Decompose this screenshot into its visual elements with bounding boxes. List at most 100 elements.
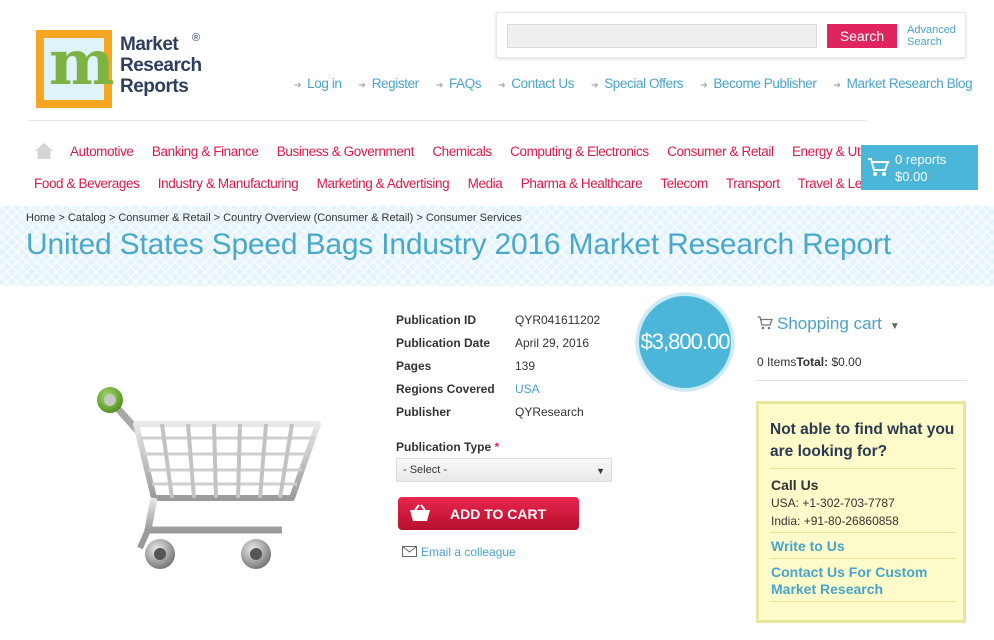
email-colleague-link[interactable]: Email a colleague [402, 545, 516, 559]
shopping-cart-heading[interactable]: Shopping cart ▼ [757, 314, 900, 334]
faqs-link[interactable]: ➔ FAQs [435, 76, 482, 91]
basket-icon [410, 504, 430, 521]
mini-cart-count: 0 reports [895, 152, 947, 167]
email-colleague-label: Email a colleague [421, 545, 516, 559]
logo-mark-inner: m [44, 26, 115, 100]
category-chemicals[interactable]: Chemicals [432, 144, 492, 159]
arrow-right-icon: ➔ [591, 80, 599, 90]
become-publisher-link-label: Become Publisher [713, 76, 817, 91]
detail-label: Publisher [396, 405, 451, 419]
special-offers-link-label: Special Offers [604, 76, 684, 91]
register-link-label: Register [371, 76, 419, 91]
contact-us-link-label: Contact Us [511, 76, 575, 91]
detail-row-pages: Pages 139 [396, 358, 600, 381]
title-banner: Home > Catalog > Consumer & Retail > Cou… [0, 206, 994, 286]
publication-type-text: Publication Type [396, 440, 492, 454]
help-divider [770, 468, 956, 469]
blog-link[interactable]: ➔ Market Research Blog [833, 76, 972, 91]
category-business-government[interactable]: Business & Government [277, 144, 415, 159]
category-nav-row-2: Food & Beverages Industry & Manufacturin… [34, 176, 904, 191]
header-divider [28, 120, 866, 121]
chevron-down-icon: ▼ [889, 321, 900, 332]
envelope-icon [402, 546, 417, 557]
category-media[interactable]: Media [468, 176, 503, 191]
contact-us-link[interactable]: ➔ Contact Us [498, 76, 574, 91]
become-publisher-link[interactable]: ➔ Become Publisher [700, 76, 817, 91]
detail-label: Pages [396, 359, 432, 373]
shopping-cart-summary: 0 ItemsTotal: $0.00 [757, 355, 862, 369]
help-divider [770, 532, 956, 533]
search-button[interactable]: Search [827, 24, 897, 48]
site-logo[interactable]: m Market Research Reports ® [36, 26, 206, 110]
detail-value: April 29, 2016 [515, 336, 590, 350]
shopping-cart-title: Shopping cart [777, 314, 882, 333]
advanced-search-line-1: Advanced [907, 24, 956, 36]
detail-row-publication-id: Publication ID QYR041611202 [396, 312, 600, 335]
advanced-search-link[interactable]: Advanced Search [907, 24, 967, 48]
category-consumer-retail[interactable]: Consumer & Retail [667, 144, 774, 159]
home-icon[interactable] [34, 142, 54, 160]
breadcrumb[interactable]: Home > Catalog > Consumer & Retail > Cou… [26, 212, 522, 224]
publication-type-select[interactable]: - Select - ▼ [396, 458, 612, 482]
arrow-right-icon: ➔ [498, 80, 506, 90]
help-divider [770, 601, 956, 602]
detail-value: QYResearch [515, 405, 584, 419]
search-bar: Search Advanced Search [496, 12, 966, 58]
region-link[interactable]: USA [515, 381, 540, 404]
detail-label: Regions Covered [396, 382, 495, 396]
arrow-right-icon: ➔ [294, 80, 302, 90]
category-food-beverages[interactable]: Food & Beverages [34, 176, 140, 191]
publication-type-label: Publication Type * [396, 440, 499, 454]
detail-row-publication-date: Publication Date April 29, 2016 [396, 335, 600, 358]
arrow-right-icon: ➔ [435, 80, 444, 90]
mini-cart[interactable]: 0 reports $0.00 [861, 145, 978, 190]
detail-label: Publication Date [396, 336, 491, 350]
price-badge: $3,800.00 [636, 293, 734, 391]
arrow-right-icon: ➔ [700, 80, 708, 90]
category-banking-finance[interactable]: Banking & Finance [152, 144, 259, 159]
special-offers-link[interactable]: ➔ Special Offers [591, 76, 684, 91]
register-link[interactable]: ➔ Register [358, 76, 420, 91]
publication-details: Publication ID QYR041611202 Publication … [396, 312, 600, 427]
detail-row-publisher: Publisher QYResearch [396, 404, 600, 427]
category-pharma-healthcare[interactable]: Pharma & Healthcare [521, 176, 643, 191]
category-telecom[interactable]: Telecom [660, 176, 708, 191]
detail-row-regions: Regions Covered USA [396, 381, 600, 404]
logo-line-3: Reports [120, 76, 189, 97]
required-marker: * [494, 440, 500, 454]
page-title: United States Speed Bags Industry 2016 M… [26, 228, 891, 261]
cart-total-value: $0.00 [831, 355, 862, 369]
faqs-link-label: FAQs [448, 76, 482, 91]
arrow-right-icon: ➔ [833, 80, 841, 90]
logo-wordmark: Market Research Reports [120, 34, 202, 97]
category-automotive[interactable]: Automotive [70, 144, 134, 159]
logo-line-2: Research [120, 55, 202, 76]
cart-icon [868, 158, 889, 176]
add-to-cart-button[interactable]: ADD TO CART [398, 497, 579, 530]
detail-value: 139 [515, 359, 536, 373]
logo-letter: m [49, 26, 115, 99]
call-us-heading: Call Us [771, 477, 819, 493]
sidebar-divider [757, 380, 967, 381]
category-computing-electronics[interactable]: Computing & Electronics [510, 144, 649, 159]
login-link-label: Log in [307, 76, 342, 91]
blog-link-label: Market Research Blog [846, 76, 973, 91]
product-cart-image [97, 387, 321, 569]
top-links: ➔ Log in ➔ Register ➔ FAQs ➔ Contact Us ➔ Spe… [294, 76, 989, 91]
custom-research-link[interactable]: Contact Us For Custom Market Research [771, 564, 961, 598]
login-link[interactable]: ➔ Log in [294, 76, 342, 91]
category-industry-manufacturing[interactable]: Industry & Manufacturing [158, 176, 299, 191]
detail-label: Publication ID [396, 313, 477, 327]
write-to-us-link[interactable]: Write to Us [771, 538, 845, 554]
arrow-right-icon: ➔ [358, 80, 367, 90]
cart-items-count: 0 Items [757, 355, 797, 369]
category-marketing-advertising[interactable]: Marketing & Advertising [317, 176, 450, 191]
detail-value: QYR041611202 [515, 313, 601, 327]
publication-type-selected: - Select - [403, 464, 448, 476]
india-phone: India: +91-80-26860858 [771, 514, 899, 528]
registered-mark: ® [192, 32, 201, 44]
help-box: Not able to find what you are looking fo… [756, 401, 966, 623]
advanced-search-line-2: Search [907, 36, 942, 48]
category-transport[interactable]: Transport [726, 176, 780, 191]
search-input[interactable] [507, 24, 817, 48]
